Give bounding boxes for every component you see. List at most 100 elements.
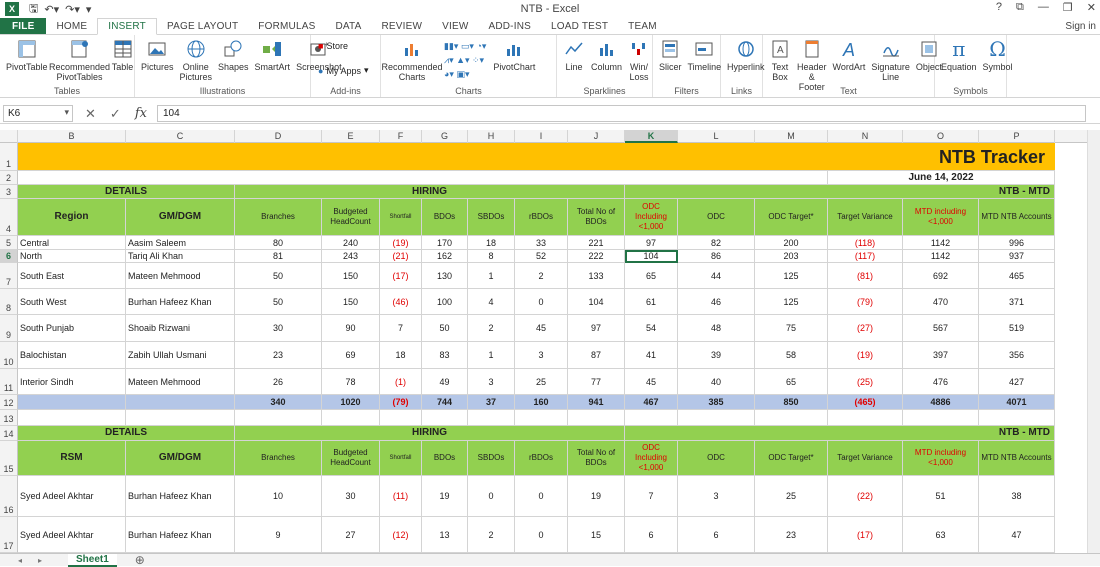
sparkline-winloss-button[interactable]: Win/ Loss (625, 37, 653, 82)
table-cell[interactable]: 10 (235, 476, 322, 517)
column-title[interactable]: Budgeted HeadCount (322, 441, 380, 476)
vertical-scrollbar[interactable] (1087, 130, 1100, 553)
row-header-10[interactable]: 10 (0, 342, 18, 369)
row-header-17[interactable]: 17 (0, 517, 18, 553)
my-apps-button[interactable]: ● My Apps ▾ (318, 65, 368, 76)
table-cell[interactable]: (19) (380, 236, 422, 250)
table-cell[interactable]: 51 (903, 476, 979, 517)
column-title[interactable]: ODC (678, 199, 755, 236)
table-cell[interactable]: 1142 (903, 250, 979, 263)
table-cell[interactable]: (19) (828, 342, 903, 369)
total-cell[interactable]: 385 (678, 395, 755, 410)
table-cell[interactable]: Mateen Mehmood (126, 263, 235, 289)
column-title[interactable]: GM/DGM (126, 199, 235, 236)
column-chart-icon[interactable]: ▮▮▾ ▭▾ ◔▾ (444, 41, 486, 52)
table-cell[interactable]: (17) (380, 263, 422, 289)
row-header-2[interactable]: 2 (0, 171, 18, 185)
table-cell[interactable]: 30 (235, 315, 322, 342)
table-cell[interactable]: (117) (828, 250, 903, 263)
table-cell[interactable]: (46) (380, 289, 422, 315)
column-title[interactable]: Shortfall (380, 199, 422, 236)
pictures-button[interactable]: Pictures (138, 37, 177, 72)
column-title[interactable]: rBDOs (515, 199, 568, 236)
table-cell[interactable]: Burhan Hafeez Khan (126, 476, 235, 517)
tab-view[interactable]: VIEW (432, 18, 478, 34)
table-cell[interactable]: 243 (322, 250, 380, 263)
table-cell[interactable]: (118) (828, 236, 903, 250)
add-sheet-icon[interactable]: ⊕ (135, 553, 145, 567)
column-header-o[interactable]: O (903, 130, 979, 143)
table-cell[interactable]: 27 (322, 517, 380, 553)
section-ntb-mtd[interactable]: NTB - MTD (625, 426, 1055, 441)
table-cell[interactable]: 58 (755, 342, 828, 369)
table-cell[interactable]: 692 (903, 263, 979, 289)
table-cell[interactable]: (81) (828, 263, 903, 289)
cell[interactable] (18, 410, 126, 426)
column-header-h[interactable]: H (468, 130, 515, 143)
column-title[interactable]: ODC (678, 441, 755, 476)
table-cell[interactable]: 1 (468, 263, 515, 289)
table-cell[interactable]: 86 (678, 250, 755, 263)
table-cell[interactable]: 46 (678, 289, 755, 315)
slicer-button[interactable]: Slicer (656, 37, 685, 72)
table-cell[interactable]: South Punjab (18, 315, 126, 342)
table-cell[interactable]: 52 (515, 250, 568, 263)
table-cell[interactable]: 470 (903, 289, 979, 315)
cell[interactable] (568, 410, 625, 426)
column-title[interactable]: MTD NTB Accounts (979, 441, 1055, 476)
row-header-13[interactable]: 13 (0, 410, 18, 426)
row-header-1[interactable]: 1 (0, 143, 18, 171)
help-icon[interactable]: ? (996, 1, 1002, 14)
column-title[interactable]: rBDOs (515, 441, 568, 476)
table-cell[interactable]: 18 (468, 236, 515, 250)
wordart-button[interactable]: A WordArt (830, 37, 869, 72)
equation-button[interactable]: π Equation (938, 37, 980, 72)
cell[interactable] (380, 410, 422, 426)
table-cell[interactable]: 170 (422, 236, 468, 250)
table-cell[interactable]: 19 (568, 476, 625, 517)
table-cell[interactable]: 0 (515, 476, 568, 517)
column-title[interactable]: Total No of BDOs (568, 441, 625, 476)
column-title[interactable]: Branches (235, 199, 322, 236)
tab-team[interactable]: TEAM (618, 18, 667, 34)
total-cell[interactable] (126, 395, 235, 410)
table-cell[interactable]: 97 (568, 315, 625, 342)
table-cell[interactable]: 3 (678, 476, 755, 517)
row-header-11[interactable]: 11 (0, 369, 18, 395)
table-cell[interactable]: Zabih Ullah Usmani (126, 342, 235, 369)
table-cell[interactable]: South West (18, 289, 126, 315)
table-cell[interactable]: Mateen Mehmood (126, 369, 235, 395)
table-cell[interactable]: 87 (568, 342, 625, 369)
sheet-tab-sheet1[interactable]: Sheet1 (68, 553, 117, 567)
cell[interactable] (468, 410, 515, 426)
table-cell[interactable]: 0 (515, 517, 568, 553)
pivottable-button[interactable]: PivotTable (3, 37, 51, 72)
name-box[interactable]: K6 (3, 105, 73, 122)
section-hiring[interactable]: HIRING (235, 185, 625, 199)
table-cell[interactable]: 8 (468, 250, 515, 263)
section-hiring[interactable]: HIRING (235, 426, 625, 441)
table-cell[interactable]: 48 (678, 315, 755, 342)
column-title[interactable]: BDOs (422, 199, 468, 236)
insert-function-icon[interactable]: fx (135, 106, 147, 122)
table-cell[interactable]: Burhan Hafeez Khan (126, 517, 235, 553)
total-cell[interactable]: 941 (568, 395, 625, 410)
column-title[interactable]: BDOs (422, 441, 468, 476)
cell[interactable] (422, 410, 468, 426)
column-title[interactable]: Branches (235, 441, 322, 476)
recommended-charts-button[interactable]: Recommended Charts (381, 37, 443, 82)
undo-icon[interactable]: ↶▾ (44, 3, 59, 16)
column-title[interactable]: ODC Including <1,000 (625, 199, 678, 236)
row-header-5[interactable]: 5 (0, 236, 18, 250)
table-cell[interactable]: 40 (678, 369, 755, 395)
table-cell[interactable]: 65 (755, 369, 828, 395)
column-header-g[interactable]: G (422, 130, 468, 143)
customize-qat-icon[interactable]: ▾ (86, 3, 92, 16)
row-header-16[interactable]: 16 (0, 476, 18, 517)
table-cell[interactable]: 83 (422, 342, 468, 369)
table-cell[interactable]: 9 (235, 517, 322, 553)
column-title[interactable]: ODC Target* (755, 199, 828, 236)
column-title[interactable]: MTD including <1,000 (903, 199, 979, 236)
table-cell[interactable]: (27) (828, 315, 903, 342)
table-cell[interactable]: 0 (468, 476, 515, 517)
